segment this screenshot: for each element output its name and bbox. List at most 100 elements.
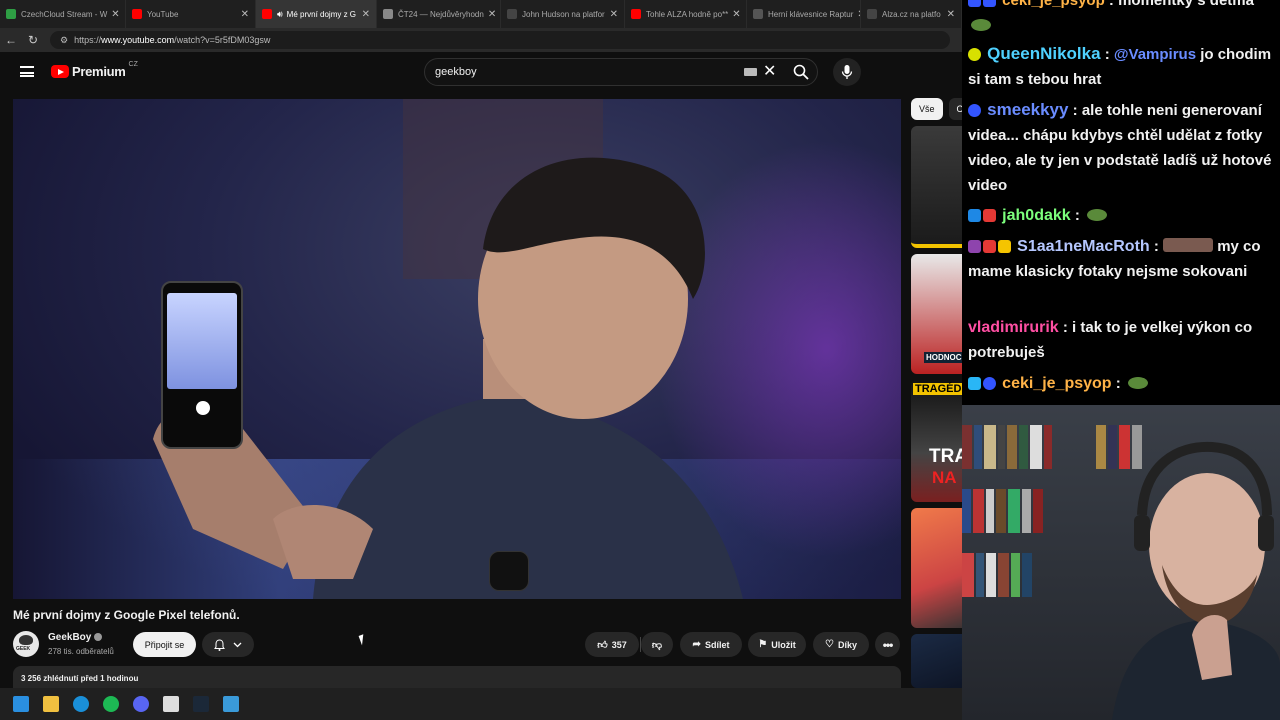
browser-tab[interactable]: John Hudson na platfor ✕ bbox=[501, 0, 625, 28]
youtube-logo[interactable]: Premium CZ bbox=[51, 61, 138, 79]
shrug-emote-icon bbox=[1163, 238, 1214, 252]
site-info-icon[interactable]: ⚙ bbox=[60, 35, 68, 46]
steam-icon[interactable] bbox=[188, 691, 214, 717]
chat-message: ceki_je_psyop : momentky s detma bbox=[968, 0, 1274, 38]
chat-badge-icon bbox=[983, 209, 996, 222]
steam-icon-glyph bbox=[193, 696, 209, 712]
chat-badge-icon bbox=[968, 240, 981, 253]
chevron-down-icon bbox=[233, 642, 242, 647]
browser-tab[interactable]: YouTube ✕ bbox=[126, 0, 256, 28]
voice-search-button[interactable] bbox=[833, 58, 861, 86]
close-tab-icon[interactable]: ✕ bbox=[728, 9, 740, 20]
search-button[interactable] bbox=[788, 60, 814, 84]
spotify-icon-glyph bbox=[103, 696, 119, 712]
logo-country: CZ bbox=[128, 61, 138, 68]
screen: { "browser": { "tabs": [ {"title": "Czec… bbox=[0, 0, 1280, 720]
logo-text: Premium bbox=[72, 64, 126, 79]
chat-badge-icon bbox=[968, 209, 981, 222]
spotify-icon[interactable] bbox=[98, 691, 124, 717]
video-player[interactable] bbox=[13, 99, 901, 599]
share-label: Sdílet bbox=[704, 639, 730, 650]
channel-avatar[interactable] bbox=[13, 631, 39, 657]
close-tab-icon[interactable]: ✕ bbox=[237, 9, 249, 20]
chip-all[interactable]: Vše bbox=[911, 98, 943, 120]
like-button[interactable]: 👍︎ 357 bbox=[585, 632, 641, 657]
recommended-thumbnail[interactable] bbox=[911, 508, 962, 628]
chat-username: smeekkyy bbox=[987, 100, 1069, 119]
close-tab-icon[interactable]: ✕ bbox=[484, 9, 496, 20]
tab-title: John Hudson na platfor bbox=[522, 9, 605, 19]
chip-other[interactable]: O bbox=[948, 98, 962, 120]
thumbs-up-icon: 👍︎ bbox=[597, 639, 608, 651]
browser-tab[interactable]: 🔊︎ Mé první dojmy z G ✕ bbox=[256, 0, 377, 28]
thanks-button[interactable]: ♡ Díky bbox=[813, 632, 869, 657]
bell-icon bbox=[214, 638, 225, 651]
chat-username: ceki_je_psyop bbox=[1002, 375, 1112, 392]
streamer-figure bbox=[1112, 441, 1280, 720]
chat-badge-icon bbox=[983, 377, 996, 390]
dislike-button[interactable]: 👎︎ bbox=[641, 632, 673, 657]
chat-username: jah0dakk bbox=[1002, 207, 1071, 224]
browser-tab[interactable]: ČT24 — Nejdůvěryhodn ✕ bbox=[377, 0, 501, 28]
close-tab-icon[interactable]: ✕ bbox=[853, 9, 860, 20]
chat-username: QueenNikolka bbox=[987, 44, 1101, 63]
tab-title: Herní klávesnice Raptur bbox=[768, 9, 854, 19]
chat-badge-icon bbox=[968, 377, 981, 390]
recommended-thumbnail[interactable] bbox=[911, 634, 962, 688]
windows-start-icon-glyph bbox=[13, 696, 29, 712]
search-value: geekboy bbox=[435, 66, 477, 78]
tab-title: CzechCloud Stream - W bbox=[21, 9, 108, 19]
browser-tab[interactable]: Alza.cz na platfo ✕ bbox=[861, 0, 962, 28]
windows-start-icon[interactable] bbox=[8, 691, 34, 717]
reload-icon[interactable]: ↻ bbox=[22, 33, 44, 47]
close-tab-icon[interactable]: ✕ bbox=[107, 9, 119, 20]
more-actions-button[interactable]: ••• bbox=[875, 632, 900, 657]
back-icon[interactable]: ← bbox=[0, 33, 22, 47]
save-label: Uložit bbox=[771, 639, 796, 650]
app-icon[interactable] bbox=[218, 691, 244, 717]
stream-chat-overlay: ceki_je_psyop : momentky s detma QueenNi… bbox=[962, 0, 1280, 405]
recommended-thumbnail[interactable] bbox=[911, 126, 962, 248]
description-box[interactable]: 3 256 zhlédnutí před 1 hodinou bbox=[13, 666, 901, 688]
edge-browser-icon-glyph bbox=[73, 696, 89, 712]
obs-icon[interactable] bbox=[158, 691, 184, 717]
like-count: 357 bbox=[611, 639, 627, 650]
close-tab-icon[interactable]: ✕ bbox=[606, 9, 618, 20]
browser-tab[interactable]: Herní klávesnice Raptur✕ bbox=[747, 0, 861, 28]
close-tab-icon[interactable]: ✕ bbox=[358, 9, 370, 20]
file-explorer-icon[interactable] bbox=[38, 691, 64, 717]
chat-badge-icon bbox=[983, 0, 996, 7]
tab-favicon-icon bbox=[507, 9, 517, 19]
browser-tab-strip: CzechCloud Stream - W ✕ YouTube ✕ 🔊︎ Mé první… bbox=[0, 0, 962, 28]
youtube-page: Premium CZ geekboy ✕ Mé první dojmy z Go… bbox=[0, 52, 962, 688]
speaker-icon[interactable]: 🔊︎ bbox=[277, 9, 283, 20]
save-button[interactable]: ⚑ Uložit bbox=[748, 632, 806, 657]
tab-favicon-icon bbox=[383, 9, 393, 19]
discord-icon[interactable] bbox=[128, 691, 154, 717]
search-input[interactable]: geekboy bbox=[424, 58, 818, 86]
thanks-label: Díky bbox=[837, 639, 857, 650]
address-bar[interactable]: ⚙ https://www.youtube.com/watch?v=5r5fDM… bbox=[50, 31, 950, 49]
youtube-play-icon bbox=[51, 65, 69, 78]
join-button[interactable]: Připojit se bbox=[133, 632, 196, 657]
file-explorer-icon-glyph bbox=[43, 696, 59, 712]
menu-icon[interactable] bbox=[20, 66, 34, 77]
channel-name[interactable]: GeekBoy bbox=[48, 632, 103, 643]
clear-search-icon[interactable]: ✕ bbox=[763, 61, 776, 81]
subscriber-count: 278 tis. odběratelů bbox=[48, 647, 114, 656]
chat-username: S1aa1neMacRoth bbox=[1017, 238, 1150, 255]
chat-badge-icon bbox=[968, 104, 981, 117]
chat-username: ceki_je_psyop bbox=[1002, 0, 1105, 9]
more-icon: ••• bbox=[882, 637, 894, 652]
edge-browser-icon[interactable] bbox=[68, 691, 94, 717]
browser-tab[interactable]: CzechCloud Stream - W ✕ bbox=[0, 0, 126, 28]
share-button[interactable]: ➦ Sdílet bbox=[680, 632, 742, 657]
thanks-icon: ♡ bbox=[825, 639, 834, 650]
chat-badge-icon bbox=[968, 48, 981, 61]
close-tab-icon[interactable]: ✕ bbox=[943, 9, 955, 20]
video-title: Mé první dojmy z Google Pixel telefonů. bbox=[13, 608, 240, 622]
tab-title: YouTube bbox=[147, 9, 179, 19]
notification-button[interactable] bbox=[202, 632, 254, 657]
keyboard-icon[interactable] bbox=[744, 68, 757, 76]
browser-tab[interactable]: Tohle ALZA hodně po** ✕ bbox=[625, 0, 747, 28]
